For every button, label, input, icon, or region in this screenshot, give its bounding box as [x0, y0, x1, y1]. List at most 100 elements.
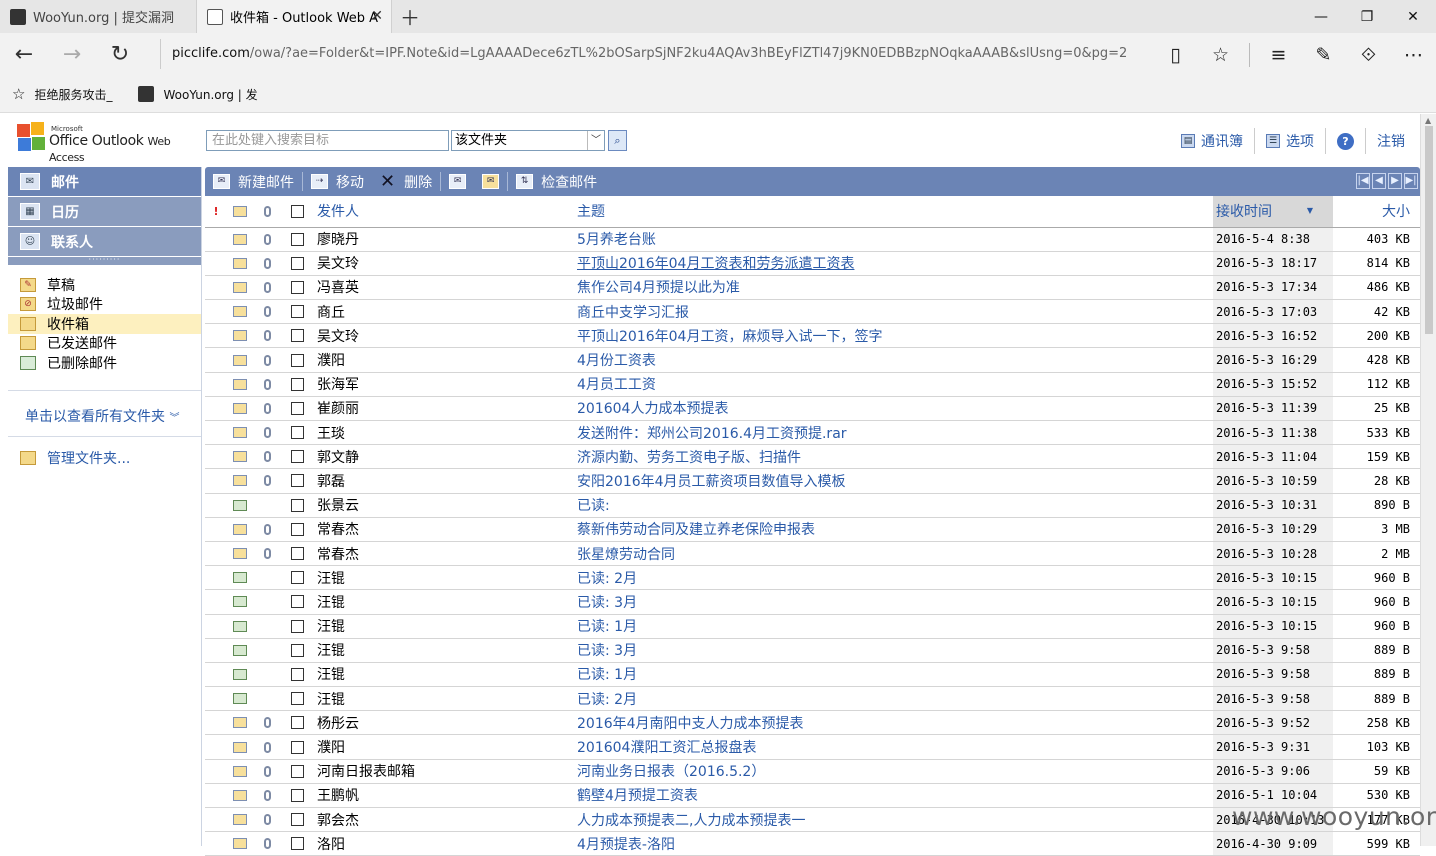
- importance-header[interactable]: !: [205, 196, 227, 228]
- subject-link[interactable]: 201604濮阳工资汇总报盘表: [573, 734, 1213, 760]
- row-checkbox[interactable]: [290, 764, 304, 778]
- help-button[interactable]: ?: [1326, 128, 1365, 154]
- table-row[interactable]: 汪锟 已读: 3月 2016-5-3 10:15 960 B: [205, 589, 1420, 615]
- folder-junk[interactable]: ⊘ 垃圾邮件: [8, 295, 201, 315]
- search-scope-select[interactable]: 该文件夹 ﹀: [451, 130, 605, 151]
- type-header[interactable]: [227, 196, 253, 228]
- folder-sent[interactable]: 已发送邮件: [8, 334, 201, 354]
- subject-link[interactable]: 已读: 1月: [573, 614, 1213, 639]
- subject-link[interactable]: 201604人力成本预提表: [573, 396, 1213, 422]
- table-row[interactable]: 冯喜英 焦作公司4月预提以此为准 2016-5-3 17:34 486 KB: [205, 275, 1420, 301]
- table-row[interactable]: 汪锟 已读: 2月 2016-5-3 9:58 889 B: [205, 686, 1420, 712]
- row-checkbox[interactable]: [290, 547, 304, 561]
- table-row[interactable]: 廖晓丹 5月养老台账 2016-5-4 8:38 403 KB: [205, 227, 1420, 252]
- subject-link[interactable]: 4月员工工资: [573, 372, 1213, 397]
- received-header[interactable]: 接收时间 ▼: [1213, 196, 1333, 228]
- resize-grip[interactable]: ·········: [8, 256, 201, 265]
- subject-header[interactable]: 主题: [573, 196, 1213, 228]
- search-input[interactable]: 在此处键入搜索目标: [206, 130, 449, 151]
- new-mail-button[interactable]: ✉ 新建邮件: [205, 167, 302, 196]
- scrollbar-thumb[interactable]: [1425, 126, 1433, 334]
- row-checkbox[interactable]: [290, 474, 304, 488]
- minimize-button[interactable]: —: [1298, 0, 1344, 33]
- folder-deleted[interactable]: 已删除邮件: [8, 353, 201, 373]
- row-checkbox[interactable]: [290, 498, 304, 512]
- first-page-icon[interactable]: |◀: [1356, 173, 1370, 189]
- attachment-header[interactable]: [253, 196, 281, 228]
- favorite-star-icon[interactable]: ☆: [1198, 33, 1243, 76]
- table-row[interactable]: 郭文静 济源内勤、劳务工资电子版、扫描件 2016-5-3 11:04 159 KB: [205, 444, 1420, 470]
- options-link[interactable]: ☰ 选项: [1255, 128, 1325, 154]
- address-book-link[interactable]: ▤ 通讯簿: [1170, 128, 1254, 154]
- row-checkbox[interactable]: [290, 426, 304, 440]
- close-tab-icon[interactable]: ✕: [371, 8, 383, 24]
- close-window-button[interactable]: ✕: [1390, 0, 1436, 33]
- row-checkbox[interactable]: [290, 716, 304, 730]
- more-icon[interactable]: ⋯: [1391, 33, 1436, 76]
- back-button[interactable]: ←: [0, 33, 48, 76]
- subject-link[interactable]: 安阳2016年4月员工薪资项目数值导入模板: [573, 468, 1213, 494]
- row-checkbox[interactable]: [290, 667, 304, 681]
- row-checkbox[interactable]: [290, 256, 304, 270]
- subject-link[interactable]: 已读:: [573, 493, 1213, 518]
- hub-icon[interactable]: ≡: [1256, 33, 1301, 76]
- table-row[interactable]: 商丘 商丘中支学习汇报 2016-5-3 17:03 42 KB: [205, 299, 1420, 325]
- subject-link[interactable]: 商丘中支学习汇报: [573, 299, 1213, 325]
- new-tab-button[interactable]: ＋: [392, 0, 428, 33]
- row-checkbox[interactable]: [290, 522, 304, 536]
- favorite-item[interactable]: WooYun.org | 发: [138, 86, 258, 103]
- address-bar[interactable]: picclife.com/owa/?ae=Folder&t=IPF.Note&i…: [160, 39, 1170, 69]
- subject-link[interactable]: 蔡新伟劳动合同及建立养老保险申报表: [573, 517, 1213, 542]
- web-note-icon[interactable]: ✎: [1301, 33, 1346, 76]
- row-checkbox[interactable]: [290, 377, 304, 391]
- subject-link[interactable]: 平顶山2016年04月工资，麻烦导入试一下，签字: [573, 323, 1213, 349]
- subject-link[interactable]: 4月份工资表: [573, 347, 1213, 373]
- nav-contacts[interactable]: ☺ 联系人: [8, 227, 201, 257]
- table-row[interactable]: 汪锟 已读: 1月 2016-5-3 9:58 889 B: [205, 662, 1420, 688]
- table-row[interactable]: 崔颜丽 201604人力成本预提表 2016-5-3 11:39 25 KB: [205, 396, 1420, 422]
- next-page-icon[interactable]: ▶: [1388, 173, 1402, 189]
- subject-link[interactable]: 济源内勤、劳务工资电子版、扫描件: [573, 444, 1213, 470]
- row-checkbox[interactable]: [290, 837, 304, 851]
- subject-link[interactable]: 已读: 1月: [573, 662, 1213, 688]
- from-header[interactable]: 发件人: [313, 196, 573, 228]
- table-row[interactable]: 张景云 已读: 2016-5-3 10:31 890 B: [205, 493, 1420, 518]
- mark-unread-button[interactable]: ✉: [474, 167, 507, 196]
- restore-button[interactable]: ❐: [1344, 0, 1390, 33]
- table-row[interactable]: 张海军 4月员工工资 2016-5-3 15:52 112 KB: [205, 372, 1420, 397]
- table-row[interactable]: 常春杰 蔡新伟劳动合同及建立养老保险申报表 2016-5-3 10:29 3 MB: [205, 517, 1420, 542]
- share-icon[interactable]: ⟐: [1346, 33, 1391, 76]
- row-checkbox[interactable]: [290, 353, 304, 367]
- subject-link[interactable]: 已读: 3月: [573, 589, 1213, 615]
- prev-page-icon[interactable]: ◀: [1372, 173, 1386, 189]
- table-row[interactable]: 汪锟 已读: 2月 2016-5-3 10:15 960 B: [205, 565, 1420, 591]
- tab-outlook[interactable]: 收件箱 - Outlook Web A ✕: [196, 0, 392, 33]
- table-row[interactable]: 汪锟 已读: 3月 2016-5-3 9:58 889 B: [205, 638, 1420, 663]
- select-all-header[interactable]: [281, 196, 313, 228]
- table-row[interactable]: 杨彤云 2016年4月南阳中支人力成本预提表 2016-5-3 9:52 258 KB: [205, 710, 1420, 736]
- sign-out-link[interactable]: 注销: [1366, 128, 1416, 154]
- row-checkbox[interactable]: [290, 643, 304, 657]
- row-checkbox[interactable]: [290, 232, 304, 246]
- row-checkbox[interactable]: [290, 280, 304, 294]
- subject-link[interactable]: 2016年4月南阳中支人力成本预提表: [573, 710, 1213, 736]
- select-all-checkbox[interactable]: [290, 204, 304, 218]
- subject-link[interactable]: 4月预提表-洛阳: [573, 831, 1213, 856]
- row-checkbox[interactable]: [290, 813, 304, 827]
- tab-wooyun[interactable]: WooYun.org | 提交漏洞: [0, 0, 196, 33]
- page-scrollbar[interactable]: ▲: [1420, 114, 1436, 846]
- table-row[interactable]: 王琰 发送附件：郑州公司2016.4月工资预提.rar 2016-5-3 11:38…: [205, 420, 1420, 446]
- table-row[interactable]: 濮阳 201604濮阳工资汇总报盘表 2016-5-3 9:31 103 KB: [205, 734, 1420, 760]
- subject-link[interactable]: 河南业务日报表（2016.5.2）: [573, 759, 1213, 784]
- subject-link[interactable]: 平顶山2016年04月工资表和劳务派遣工资表: [573, 251, 1213, 276]
- folder-drafts[interactable]: ✎ 草稿: [8, 275, 201, 295]
- reading-view-icon[interactable]: ▯: [1153, 33, 1198, 76]
- mark-read-button[interactable]: ✉: [441, 167, 474, 196]
- show-all-folders-link[interactable]: 单击以查看所有文件夹 ︾: [8, 406, 201, 428]
- table-row[interactable]: 常春杰 张星燎劳动合同 2016-5-3 10:28 2 MB: [205, 541, 1420, 567]
- search-button[interactable]: ⌕: [608, 130, 627, 151]
- table-row[interactable]: 吴文玲 平顶山2016年04月工资表和劳务派遣工资表 2016-5-3 18:17 8…: [205, 251, 1420, 276]
- row-checkbox[interactable]: [290, 329, 304, 343]
- table-row[interactable]: 吴文玲 平顶山2016年04月工资，麻烦导入试一下，签字 2016-5-3 16:5…: [205, 323, 1420, 349]
- subject-link[interactable]: 5月养老台账: [573, 227, 1213, 252]
